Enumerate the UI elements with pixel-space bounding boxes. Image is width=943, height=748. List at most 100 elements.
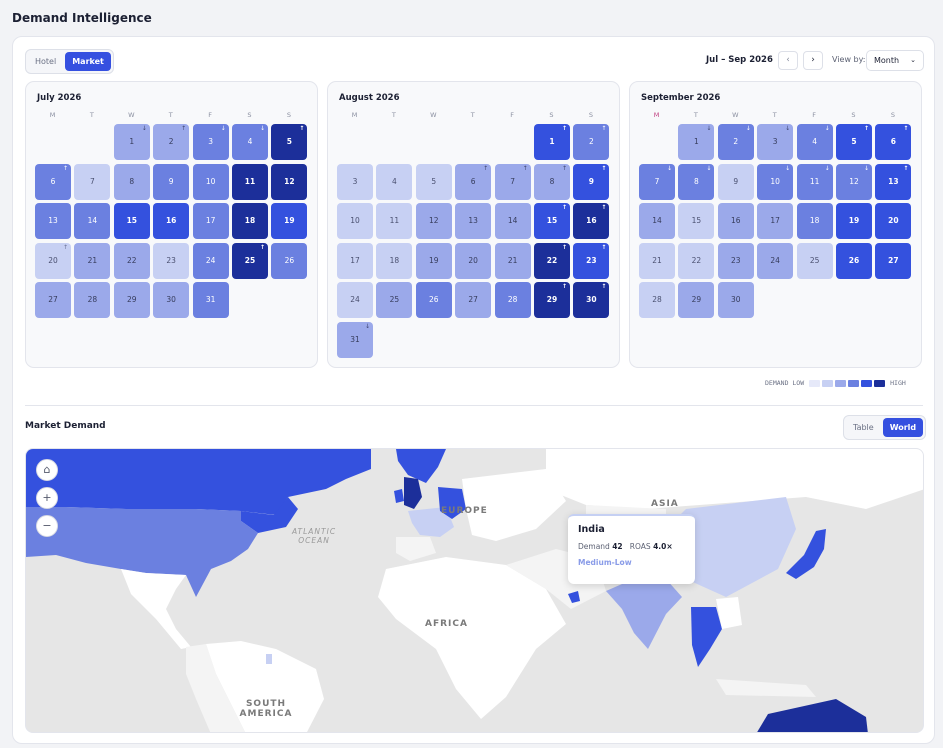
calendar-day[interactable]: 8 ↓: [678, 163, 715, 200]
map-zoom-in-button[interactable]: +: [36, 487, 58, 509]
calendar-day[interactable]: 28: [639, 282, 675, 319]
calendar-day[interactable]: 29: [113, 282, 150, 319]
calendar-day[interactable]: 21: [494, 242, 531, 279]
calendar-day[interactable]: 4 ↓: [232, 124, 268, 160]
calendar-day[interactable]: 1 ↓: [113, 124, 150, 160]
prev-period-button[interactable]: ‹: [778, 51, 798, 70]
calendar-day[interactable]: 30 ↑: [573, 282, 610, 319]
calendar-day[interactable]: 7 ↑: [494, 163, 531, 200]
calendar-day[interactable]: 17: [757, 203, 794, 240]
calendar-day[interactable]: 27: [35, 282, 71, 319]
next-period-button[interactable]: ›: [803, 51, 823, 70]
calendar-day[interactable]: 12: [415, 203, 452, 240]
calendar-day[interactable]: 9: [717, 163, 754, 200]
calendar-day[interactable]: 22: [678, 242, 715, 279]
calendar-day[interactable]: 24: [757, 242, 794, 279]
tab-world[interactable]: World: [882, 418, 924, 437]
calendar-day[interactable]: 27: [455, 282, 492, 319]
calendar-day[interactable]: 19: [415, 242, 452, 279]
calendar-day[interactable]: 30: [717, 282, 754, 319]
calendar-day[interactable]: 4 ↓: [796, 124, 833, 160]
calendar-day[interactable]: 14: [494, 203, 531, 240]
calendar-day[interactable]: 22: [113, 242, 150, 279]
world-map[interactable]: ⌂ + − ATLANTIC OCEAN ASIA EUROPE AFRICA …: [25, 448, 924, 733]
calendar-day[interactable]: 25 ↑: [232, 242, 268, 279]
calendar-day[interactable]: 31: [192, 282, 229, 319]
calendar-day[interactable]: 15: [678, 203, 715, 240]
calendar-day[interactable]: 29 ↑: [534, 282, 570, 319]
calendar-day[interactable]: 8: [113, 163, 150, 200]
calendar-day[interactable]: 17: [192, 203, 229, 240]
calendar-day[interactable]: 23: [717, 242, 754, 279]
calendar-day[interactable]: 18: [232, 203, 268, 240]
calendar-day[interactable]: 10: [192, 163, 229, 200]
calendar-day[interactable]: 6 ↑: [455, 163, 492, 200]
tab-table[interactable]: Table: [846, 418, 881, 437]
calendar-day[interactable]: 1 ↓: [678, 124, 715, 160]
calendar-day[interactable]: 20 ↑: [35, 242, 71, 279]
calendar-day[interactable]: 5 ↑: [836, 124, 872, 160]
calendar-day[interactable]: 23 ↑: [573, 242, 610, 279]
view-by-select[interactable]: Month ⌄: [866, 50, 924, 71]
calendar-day[interactable]: 2 ↑: [573, 124, 610, 160]
calendar-day[interactable]: 28: [494, 282, 531, 319]
map-home-button[interactable]: ⌂: [36, 459, 58, 481]
calendar-day[interactable]: 18: [376, 242, 413, 279]
calendar-day[interactable]: 9 ↑: [573, 163, 610, 200]
calendar-day[interactable]: 25: [796, 242, 833, 279]
calendar-day[interactable]: 28: [74, 282, 111, 319]
calendar-day[interactable]: 26: [415, 282, 452, 319]
calendar-day[interactable]: 3: [337, 163, 373, 200]
calendar-day[interactable]: 12 ↓: [836, 163, 872, 200]
calendar-day[interactable]: 5 ↑: [271, 124, 308, 160]
calendar-day[interactable]: 2 ↓: [717, 124, 754, 160]
calendar-day[interactable]: 14: [74, 203, 111, 240]
calendar-day[interactable]: 24: [337, 282, 373, 319]
calendar-day[interactable]: 6 ↑: [875, 124, 912, 160]
calendar-day[interactable]: 3 ↓: [192, 124, 229, 160]
calendar-day[interactable]: 26: [836, 242, 872, 279]
calendar-day[interactable]: 1 ↑: [534, 124, 570, 160]
calendar-day[interactable]: 7 ↓: [639, 163, 675, 200]
calendar-day[interactable]: 7: [74, 163, 111, 200]
calendar-day[interactable]: 19: [836, 203, 872, 240]
calendar-day[interactable]: 8 ↑: [534, 163, 570, 200]
calendar-day[interactable]: 2 ↑: [153, 124, 190, 160]
calendar-day[interactable]: 13: [35, 203, 71, 240]
calendar-day[interactable]: 4: [376, 163, 413, 200]
calendar-day[interactable]: 15 ↑: [534, 203, 570, 240]
calendar-day[interactable]: 30: [153, 282, 190, 319]
calendar-day[interactable]: 15: [113, 203, 150, 240]
calendar-day[interactable]: 11 ↓: [796, 163, 833, 200]
calendar-day[interactable]: 20: [875, 203, 912, 240]
calendar-day[interactable]: 29: [678, 282, 715, 319]
calendar-day[interactable]: 11: [232, 163, 268, 200]
calendar-day[interactable]: 19: [271, 203, 308, 240]
calendar-day[interactable]: 20: [455, 242, 492, 279]
calendar-day[interactable]: 18: [796, 203, 833, 240]
calendar-day[interactable]: 3 ↓: [757, 124, 794, 160]
calendar-day[interactable]: 22 ↑: [534, 242, 570, 279]
calendar-day[interactable]: 9: [153, 163, 190, 200]
calendar-day[interactable]: 13: [455, 203, 492, 240]
calendar-day[interactable]: 11: [376, 203, 413, 240]
tab-hotel[interactable]: Hotel: [28, 52, 63, 71]
calendar-day[interactable]: 16: [153, 203, 190, 240]
calendar-day[interactable]: 31 ↓: [337, 322, 373, 358]
calendar-day[interactable]: 5: [415, 163, 452, 200]
calendar-day[interactable]: 26: [271, 242, 308, 279]
calendar-day[interactable]: 25: [376, 282, 413, 319]
calendar-day[interactable]: 10: [337, 203, 373, 240]
tab-market[interactable]: Market: [65, 52, 111, 71]
calendar-day[interactable]: 12: [271, 163, 308, 200]
calendar-day[interactable]: 17: [337, 242, 373, 279]
calendar-day[interactable]: 13 ↑: [875, 163, 912, 200]
calendar-day[interactable]: 10 ↓: [757, 163, 794, 200]
calendar-day[interactable]: 21: [639, 242, 675, 279]
calendar-day[interactable]: 21: [74, 242, 111, 279]
calendar-day[interactable]: 16: [717, 203, 754, 240]
map-zoom-out-button[interactable]: −: [36, 515, 58, 537]
calendar-day[interactable]: 24: [192, 242, 229, 279]
calendar-day[interactable]: 14: [639, 203, 675, 240]
calendar-day[interactable]: 27: [875, 242, 912, 279]
